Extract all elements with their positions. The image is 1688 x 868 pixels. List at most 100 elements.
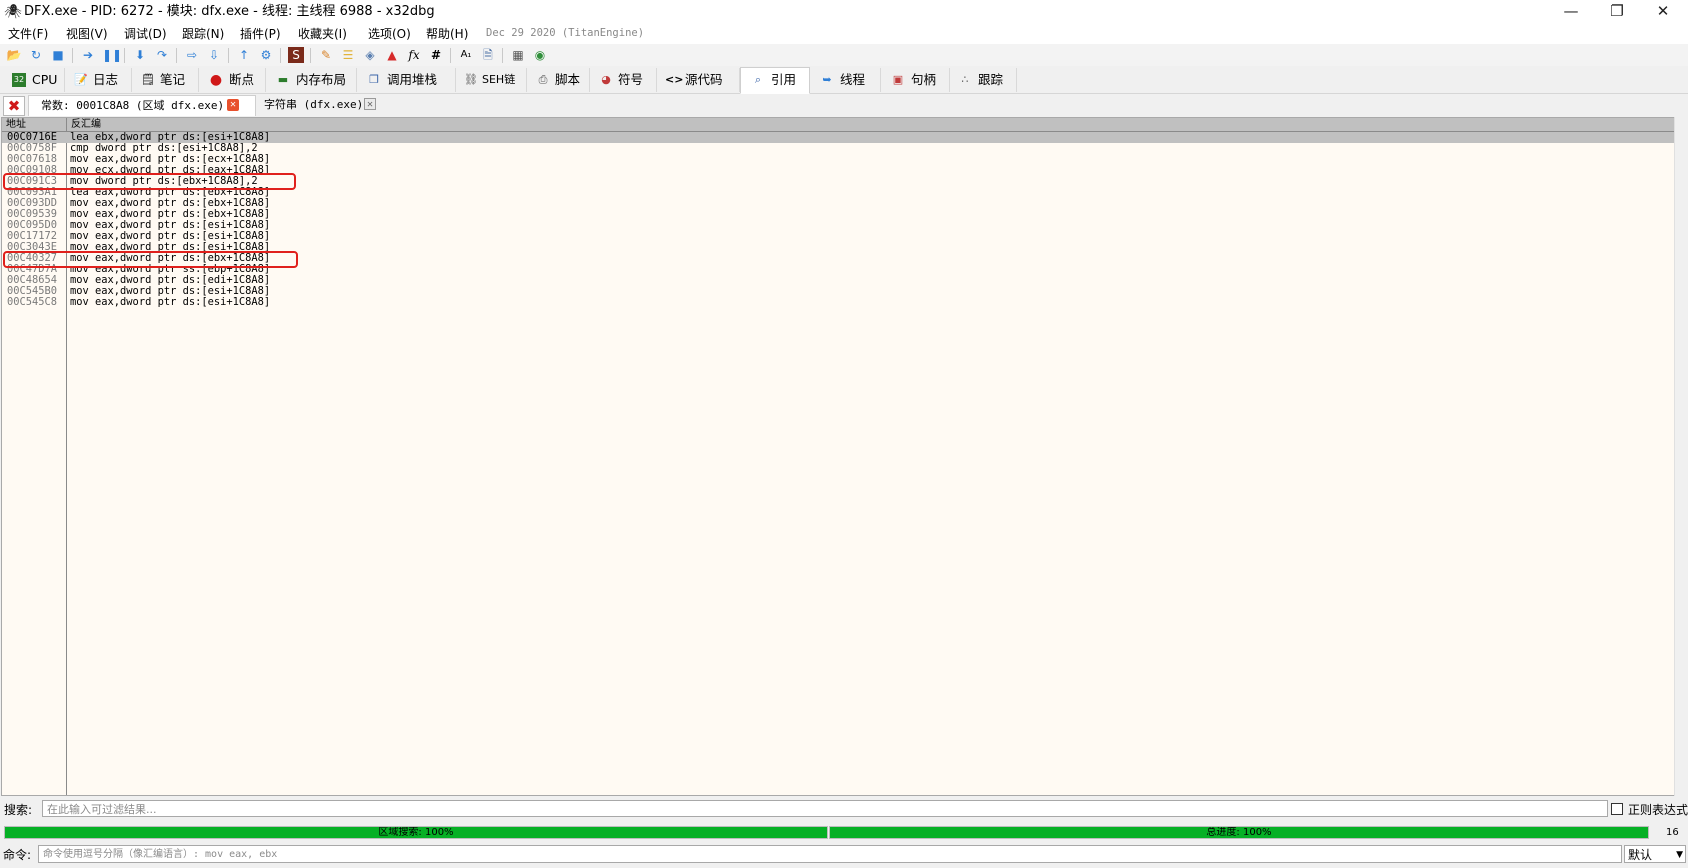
script-icon: ⎙ <box>538 73 548 86</box>
tab-source[interactable]: <> 源代码 <box>657 68 740 92</box>
tab-call-stack[interactable]: ❐ 调用堆栈 <box>357 68 456 92</box>
step-into-icon[interactable]: ⬇ <box>132 47 148 63</box>
toolbar-separator <box>124 48 125 63</box>
step-over-icon[interactable]: ↷ <box>154 47 170 63</box>
comments-icon[interactable]: ☰ <box>340 47 356 63</box>
main-tab-bar: 32 CPU 📝 日志 🗒 笔记 ● 断点 ▬ 内存布局 ❐ 调用堆栈 ⛓ SE… <box>0 67 1688 94</box>
search-input[interactable]: 在此输入可过滤结果... <box>42 800 1608 817</box>
region-search-progress: 区域搜索: 100% <box>4 826 828 839</box>
references-icon: ⌕ <box>754 73 762 86</box>
total-progress: 总进度: 100% <box>829 826 1649 839</box>
open-icon[interactable]: 📂 <box>6 47 22 63</box>
menu-help[interactable]: 帮助(H) <box>426 26 468 42</box>
font-size-icon[interactable]: A₁ <box>458 47 474 63</box>
restore-icon[interactable]: ❐ <box>1594 0 1640 24</box>
close-tab-icon[interactable]: ✕ <box>227 99 239 111</box>
menu-debug[interactable]: 调试(D) <box>124 26 167 42</box>
chevron-down-icon: ▼ <box>1676 850 1683 860</box>
restart-icon[interactable]: ↻ <box>28 47 44 63</box>
bookmarks-icon[interactable]: ▲ <box>384 47 400 63</box>
references-table[interactable]: 地址 反汇编 00C0716E lea ebx,dword ptr ds:[esi… <box>1 117 1675 796</box>
menu-bar: 文件(F) 视图(V) 调试(D) 跟踪(N) 插件(P) 收藏夹(I) 选项(… <box>0 24 1688 44</box>
regex-label: 正则表达式 <box>1628 803 1688 817</box>
column-header-address[interactable]: 地址 <box>2 118 67 132</box>
tab-memory-map[interactable]: ▬ 内存布局 <box>266 68 357 92</box>
regex-checkbox[interactable] <box>1611 803 1623 815</box>
column-divider[interactable] <box>66 131 67 795</box>
minimize-icon[interactable]: — <box>1548 0 1594 24</box>
tab-symbols[interactable]: ◕ 符号 <box>590 68 657 92</box>
command-mode-select[interactable]: 默认 ▼ <box>1624 845 1686 863</box>
tab-notes[interactable]: 🗒 笔记 <box>132 68 199 92</box>
toolbar-separator <box>310 48 311 63</box>
toolbar: 📂 ↻ ■ ➔ ❚❚ ⬇ ↷ ⇨ ⇩ ↑ ⚙ S ✎ ☰ ◈ ▲ fx # A₁… <box>0 44 1688 66</box>
toolbar-separator <box>228 48 229 63</box>
menu-trace[interactable]: 跟踪(N) <box>182 26 224 42</box>
toolbar-separator <box>72 48 73 63</box>
highlight-box <box>3 251 298 268</box>
hash-icon[interactable]: # <box>428 47 444 63</box>
menu-options[interactable]: 选项(O) <box>368 26 411 42</box>
subtab-strings[interactable]: 字符串 (dfx.exe) ✕ <box>256 95 390 115</box>
memory-map-icon: ▬ <box>277 73 289 86</box>
close-tab-icon[interactable]: ✕ <box>364 98 376 110</box>
stop-icon[interactable]: ■ <box>50 47 66 63</box>
tab-references[interactable]: ⌕ 引用 <box>740 67 810 94</box>
run-to-user-code-icon[interactable]: ⚙ <box>258 47 274 63</box>
progress-area: 区域搜索: 100% 总进度: 100% 16 <box>0 824 1688 842</box>
toolbar-separator <box>280 48 281 63</box>
notes-icon: 🗒 <box>141 73 155 86</box>
patches-icon[interactable]: ✎ <box>318 47 334 63</box>
title-bar: 🕷 DFX.exe - PID: 6272 - 模块: dfx.exe - 线程… <box>0 0 1688 24</box>
handles-icon: ▣ <box>892 73 904 86</box>
toolbar-separator <box>502 48 503 63</box>
tab-cpu[interactable]: 32 CPU <box>4 68 65 92</box>
command-bar: 命令: 命令使用逗号分隔（像汇编语言）: mov eax, ebx 默认 ▼ <box>0 843 1688 865</box>
menu-favourites[interactable]: 收藏夹(I) <box>298 26 347 42</box>
toolbar-separator <box>450 48 451 63</box>
log-icon: 📝 <box>74 73 88 86</box>
globe-icon[interactable]: ◉ <box>532 47 548 63</box>
strings-icon[interactable]: 🗎 <box>480 47 496 63</box>
build-info: Dec 29 2020 (TitanEngine) <box>486 27 645 39</box>
scylla-icon[interactable]: S <box>288 47 304 63</box>
source-icon: <> <box>665 73 684 86</box>
references-tab-bar: ✖ 常数: 0001C8A8 (区域 dfx.exe) ✕ 字符串 (dfx.e… <box>0 94 1688 116</box>
tab-seh-chain[interactable]: ⛓ SEH链 <box>456 68 527 92</box>
threads-icon: ➥ <box>822 73 832 86</box>
tab-threads[interactable]: ➥ 线程 <box>810 68 881 92</box>
search-label: 搜索: <box>4 803 33 817</box>
run-icon[interactable]: ➔ <box>80 47 96 63</box>
command-input[interactable]: 命令使用逗号分隔（像汇编语言）: mov eax, ebx <box>38 845 1622 863</box>
highlight-box <box>3 173 296 190</box>
tab-handles[interactable]: ▣ 句柄 <box>881 68 950 92</box>
vertical-scrollbar[interactable] <box>1674 117 1688 796</box>
tab-log[interactable]: 📝 日志 <box>65 68 132 92</box>
window-title: DFX.exe - PID: 6272 - 模块: dfx.exe - 线程: … <box>24 4 435 19</box>
menu-view[interactable]: 视图(V) <box>66 26 108 42</box>
trace-icon: ∴ <box>961 73 969 86</box>
command-label: 命令: <box>3 848 32 862</box>
trace-into-icon[interactable]: ⇨ <box>184 47 200 63</box>
tab-breakpoints[interactable]: ● 断点 <box>199 68 266 92</box>
bug-icon: 🕷 <box>4 4 22 20</box>
call-stack-icon: ❐ <box>369 73 379 86</box>
pause-icon[interactable]: ❚❚ <box>102 47 122 63</box>
column-header-disassembly[interactable]: 反汇编 <box>67 118 1674 132</box>
function-icon[interactable]: fx <box>406 47 422 63</box>
labels-icon[interactable]: ◈ <box>362 47 378 63</box>
tab-script[interactable]: ⎙ 脚本 <box>527 68 590 92</box>
trace-over-icon[interactable]: ⇩ <box>206 47 222 63</box>
subtab-constant[interactable]: 常数: 0001C8A8 (区域 dfx.exe) ✕ <box>28 95 256 116</box>
tab-trace[interactable]: ∴ 跟踪 <box>950 68 1017 92</box>
symbols-icon: ◕ <box>601 73 611 86</box>
menu-plugins[interactable]: 插件(P) <box>240 26 281 42</box>
execute-till-return-icon[interactable]: ↑ <box>236 47 252 63</box>
menu-file[interactable]: 文件(F) <box>8 26 48 42</box>
result-count: 16 <box>1666 827 1679 838</box>
calculator-icon[interactable]: ▦ <box>510 47 526 63</box>
cpu-icon: 32 <box>12 73 26 87</box>
close-all-tabs-icon[interactable]: ✖ <box>3 96 25 116</box>
search-bar: 搜索: 在此输入可过滤结果... 正则表达式 <box>0 798 1688 820</box>
close-icon[interactable]: ✕ <box>1640 0 1686 24</box>
